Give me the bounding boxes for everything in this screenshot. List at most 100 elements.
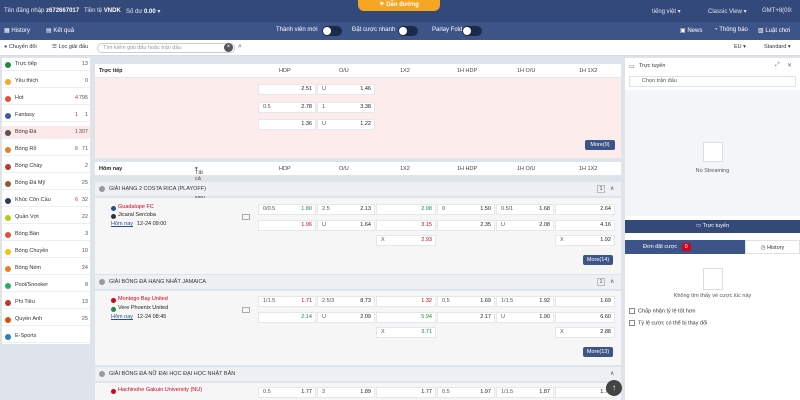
sidebar-item[interactable]: Pool/Snooker 8 [2, 279, 90, 292]
league-header[interactable]: GIẢI BÓNG ĐÁ HẠNG NHẤT JAMAICA 1 ∧ [95, 275, 621, 289]
odds-change-checkbox[interactable]: Tỷ lệ cược có thể bị thay đổi [629, 320, 707, 326]
odds-cell[interactable]: U 1.46 [317, 84, 375, 95]
clear-search-icon[interactable]: × [224, 43, 233, 52]
sidebar-item[interactable]: Bóng Chuyền 10 [2, 245, 90, 258]
odds-cell[interactable]: 0.5 2.78 [258, 102, 316, 113]
sidebar-item[interactable]: Bóng Ném 24 [2, 262, 90, 275]
odds-cell[interactable]: 0.5 1.77 [258, 387, 316, 398]
odds-cell[interactable]: 0 1.50 [437, 204, 495, 215]
odds-cell[interactable]: X 1.92 [555, 235, 615, 246]
sidebar-item[interactable]: Phi Tiêu 13 [2, 296, 90, 309]
live-more-button[interactable]: More(9) [585, 140, 615, 150]
accept-better-odds-checkbox[interactable]: Chấp nhận tỷ lệ tốt hơn [629, 308, 695, 314]
odds-cell[interactable]: 1/1.5 1.87 [496, 387, 554, 398]
odds-cell[interactable]: 2.51 [258, 84, 316, 95]
odds-cell[interactable]: 1.96 [258, 220, 316, 231]
sidebar-item[interactable]: Bóng Chày 2 [2, 160, 90, 173]
parlay-toggle[interactable] [462, 26, 482, 36]
sidebar-item[interactable]: Trực tiếp 13 [2, 58, 90, 71]
switch-button[interactable]: ● Chuyển đổi [4, 44, 37, 50]
tab-bets[interactable]: Đơn đặt cược 0 [625, 240, 745, 254]
language-select[interactable]: tiếng việt ▾ [652, 8, 681, 15]
odds-cell[interactable]: 6.60 [555, 312, 615, 323]
odds-cell[interactable]: 1 3.38 [317, 102, 375, 113]
odds-cell[interactable]: 5.94 [376, 312, 436, 323]
odds-type-select[interactable]: EU ▾ [734, 44, 746, 50]
live-stream-button[interactable]: ▭ Trực tuyến [625, 220, 800, 233]
odds-cell[interactable]: 0.5 1.69 [437, 296, 495, 307]
event-count: 24 [81, 265, 88, 271]
rules-button[interactable]: ▧ Luật chơi [758, 27, 790, 34]
sidebar-item[interactable]: Bóng Rổ 6 71 [2, 143, 90, 156]
expand-icon[interactable]: ⤢ [775, 62, 780, 69]
news-button[interactable]: ▣ News [680, 27, 702, 34]
sidebar-item[interactable]: Fantasy 1 1 [2, 109, 90, 122]
results-button[interactable]: ▤ Kết quả [46, 27, 74, 34]
close-icon[interactable]: ✕ [787, 62, 792, 69]
odds-cell[interactable]: 2.08 [376, 204, 436, 215]
odds-cell[interactable]: 0.5/1 1.68 [496, 204, 554, 215]
sidebar-item[interactable]: E-Sports [2, 330, 90, 343]
odds-cell[interactable]: 1.32 [376, 296, 436, 307]
layout-select[interactable]: Standard ▾ [764, 44, 791, 50]
sidebar-item[interactable]: Hot 4 795 [2, 92, 90, 105]
chevron-up-icon[interactable]: ∧ [610, 182, 614, 196]
odds-cell[interactable]: 3.15 [376, 220, 436, 231]
quick-bet-toggle[interactable] [398, 26, 418, 36]
search-icon[interactable]: ⌕ [238, 43, 242, 51]
odds-cell[interactable]: U 1.22 [317, 119, 375, 130]
search-input[interactable]: Tìm kiếm giải đấu hoặc trận đấu [97, 43, 235, 53]
odds-cell[interactable]: 2.17 [437, 312, 495, 323]
odds-cell[interactable]: 4.16 [555, 220, 615, 231]
stats-icon[interactable] [242, 214, 250, 220]
odds-cell[interactable]: 1.36 [258, 119, 316, 130]
no-stream-text: No Streaming [695, 168, 730, 174]
sidebar-item[interactable]: Quần Vợt 22 [2, 211, 90, 224]
odds-cell[interactable]: 2.64 [555, 204, 615, 215]
odds-cell[interactable]: 1.69 [555, 296, 615, 307]
guide-button[interactable]: ⚑ Dẫn đường [358, 0, 440, 11]
odds-cell[interactable]: 3 1.89 [317, 387, 375, 398]
odds-cell[interactable]: 2.5 2.13 [317, 204, 375, 215]
odds-cell[interactable]: 2.35 [437, 220, 495, 231]
event-filter-select[interactable]: Tất cả các sự kiện ▾ [195, 166, 205, 200]
odds-cell[interactable]: 2.5/3 8.73 [317, 296, 375, 307]
history-button[interactable]: ▦ History [4, 27, 30, 34]
col-1x2: 1X2 [400, 68, 410, 74]
league-header[interactable]: GIẢI HẠNG 2 COSTA RICA (PLAYOFF) 1 ∧ [95, 182, 621, 196]
filter-league-button[interactable]: ☰ Lọc giải đấu [52, 44, 88, 50]
odds-cell[interactable]: U 2.08 [496, 220, 554, 231]
view-select[interactable]: Classic View ▾ [708, 8, 747, 15]
odds-cell[interactable]: U 1.64 [317, 220, 375, 231]
odds-cell[interactable]: U 2.09 [317, 312, 375, 323]
odds-cell[interactable]: 1/1.5 1.71 [258, 296, 316, 307]
odds-cell[interactable]: X 2.88 [555, 327, 615, 338]
sidebar-item[interactable]: Quyền Anh 25 [2, 313, 90, 326]
odds-cell[interactable]: U 1.90 [496, 312, 554, 323]
odds-cell[interactable]: 0.5 1.97 [437, 387, 495, 398]
odds-cell[interactable]: X 2.93 [376, 235, 436, 246]
sidebar-item[interactable]: Bóng Bàn 3 [2, 228, 90, 241]
sport-sidebar: Trực tiếp 13 Yêu thích 0 Hot 4 795 Fantasy 1 1 Bón… [2, 58, 90, 344]
league-header[interactable]: GIẢI BÓNG ĐÁ NỮ ĐẠI HỌC ĐẠI HỌC NHẬT BẢN… [95, 367, 621, 381]
odds-cell[interactable]: 2.14 [258, 312, 316, 323]
odds-cell[interactable]: 0/0.5 1.80 [258, 204, 316, 215]
more-button[interactable]: More(13) [583, 347, 613, 357]
tab-history[interactable]: ◷ History [745, 240, 800, 254]
odds-cell[interactable]: 1/1.5 1.92 [496, 296, 554, 307]
odds-cell[interactable]: X 3.71 [376, 327, 436, 338]
sidebar-item[interactable]: Bóng Đá 1 307 [2, 126, 90, 139]
scroll-top-button[interactable]: ↑ [606, 380, 622, 396]
match-select[interactable]: Chọn trận đấu [629, 76, 796, 87]
stats-icon[interactable] [242, 307, 250, 313]
more-button[interactable]: More(14) [583, 255, 613, 265]
sidebar-item[interactable]: Yêu thích 0 [2, 75, 90, 88]
balance-label[interactable]: Số dư 0.00 ▾ [126, 8, 160, 15]
new-member-toggle[interactable] [322, 26, 342, 36]
chevron-up-icon[interactable]: ∧ [610, 275, 614, 289]
notice-button[interactable]: ◔ Thông báo [714, 27, 748, 33]
sidebar-item[interactable]: Bóng Đá Mỹ 25 [2, 177, 90, 190]
chevron-up-icon[interactable]: ∧ [610, 367, 614, 381]
sidebar-item[interactable]: Khúc Côn Cầu 6 32 [2, 194, 90, 207]
odds-cell[interactable]: 1.77 [376, 387, 436, 398]
